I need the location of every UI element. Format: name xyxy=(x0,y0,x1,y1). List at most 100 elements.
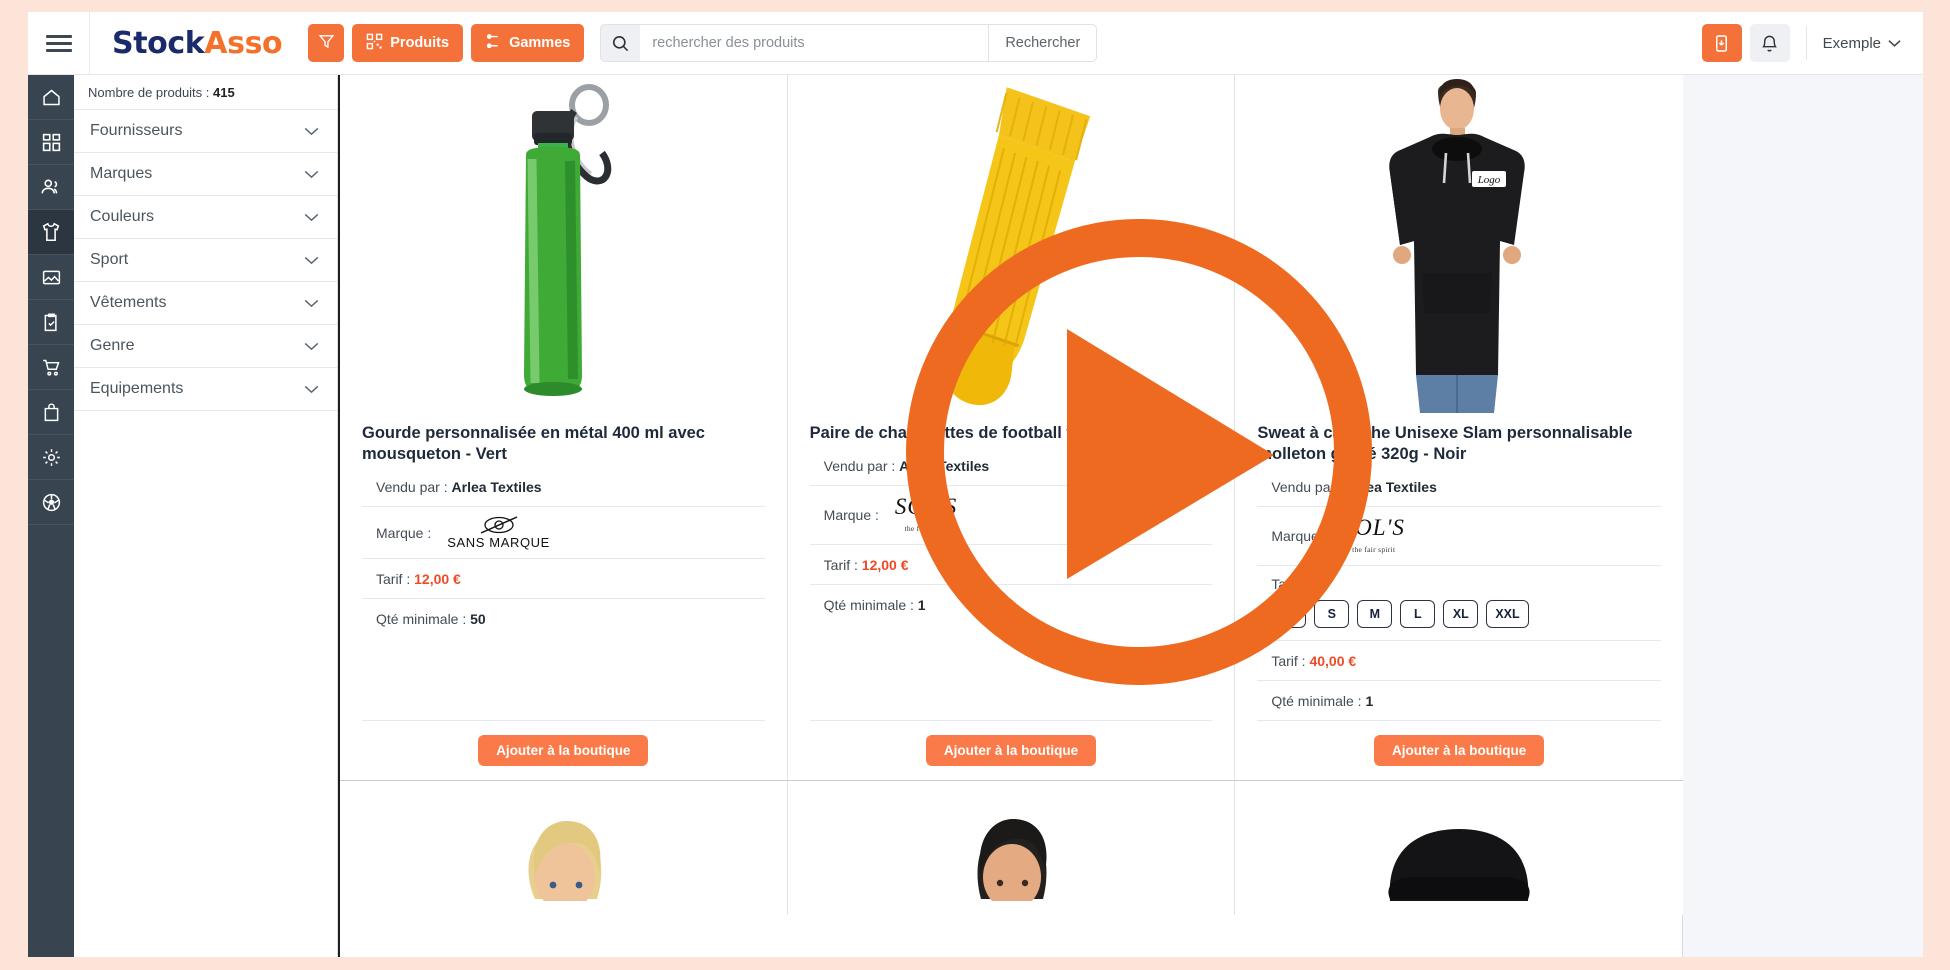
filter-label: Sport xyxy=(90,251,129,268)
sidebar-item-settings[interactable] xyxy=(28,435,74,480)
product-image-sock xyxy=(788,75,1235,413)
chevron-down-icon xyxy=(304,210,319,225)
empty-right-area xyxy=(1683,75,1923,957)
product-details: Vendu par : Arlea Textiles Marque : SANS… xyxy=(340,467,787,720)
size-option-m[interactable]: M xyxy=(1357,600,1393,629)
product-card[interactable] xyxy=(340,781,788,916)
product-price: Tarif : 12,00 € xyxy=(809,545,1213,586)
product-min-qty: Qté minimale : 1 xyxy=(1257,681,1661,720)
search-input[interactable] xyxy=(640,24,989,62)
product-card[interactable]: Gourde personnalisée en métal 400 ml ave… xyxy=(340,75,788,782)
chevron-down-icon xyxy=(304,167,319,182)
product-grid: Gourde personnalisée en métal 400 ml ave… xyxy=(340,75,1683,916)
seller-value: Arlea Textiles xyxy=(899,458,990,475)
product-seller: Vendu par : Arlea Textiles xyxy=(809,446,1213,487)
filter-sport[interactable]: Sport xyxy=(74,239,337,282)
card-footer: Ajouter à la boutique xyxy=(809,720,1213,767)
bell-icon[interactable] xyxy=(1749,24,1790,62)
size-option-s[interactable]: S xyxy=(1314,600,1350,629)
product-title: Gourde personnalisée en métal 400 ml ave… xyxy=(362,424,705,464)
filter-panel: Nombre de produits : 415 Fournisseurs Ma… xyxy=(74,75,338,957)
product-count: Nombre de produits : 415 xyxy=(74,75,337,110)
sans-marque-logo: SANS MARQUE xyxy=(447,515,550,550)
sidebar-item-cart[interactable] xyxy=(28,345,74,390)
price-value: 40,00 € xyxy=(1309,653,1357,670)
sidebar-item-tasks[interactable] xyxy=(28,300,74,345)
size-option-xs[interactable]: XS xyxy=(1271,600,1307,629)
product-sizes: Taille : XS S M L XL XXL xyxy=(1257,566,1661,642)
logo-text-stock: Stock xyxy=(112,25,205,61)
brand-logo-text: SOL'S xyxy=(1342,515,1405,541)
add-to-shop-button[interactable]: Ajouter à la boutique xyxy=(925,735,1097,767)
add-to-shop-button[interactable]: Ajouter à la boutique xyxy=(478,735,649,767)
sidebar-item-products[interactable] xyxy=(28,210,74,255)
size-options: XS S M L XL XXL xyxy=(1271,600,1661,629)
top-bar-right: Exemple xyxy=(1701,24,1923,62)
seller-value: Arlea Textiles xyxy=(451,479,542,496)
chevron-down-icon xyxy=(304,339,319,354)
product-price: Tarif : 40,00 € xyxy=(1257,641,1661,682)
app-logo[interactable]: StockAsso xyxy=(112,25,283,61)
sols-logo: SOL'S the fair spirit xyxy=(1343,515,1405,557)
size-option-l[interactable]: L xyxy=(1400,600,1436,629)
filter-genre[interactable]: Genre xyxy=(74,325,337,368)
qty-label: Qté minimale : xyxy=(1271,693,1366,710)
add-to-shop-button[interactable]: Ajouter à la boutique xyxy=(1374,735,1545,767)
size-option-xxl[interactable]: XXL xyxy=(1486,600,1529,629)
filter-couleurs[interactable]: Couleurs xyxy=(74,196,337,239)
chevron-down-icon xyxy=(304,253,319,268)
sidebar-item-shop[interactable] xyxy=(28,390,74,435)
top-bar: StockAsso Produits Gammes rechercher des… xyxy=(28,12,1923,75)
product-count-value: 415 xyxy=(213,85,235,100)
product-details: Vendu par : Arlea Textiles Marque : SOL'… xyxy=(1235,467,1683,720)
seller-value: Arlea Textiles xyxy=(1346,479,1437,496)
product-card[interactable] xyxy=(787,781,1236,916)
search-icon[interactable] xyxy=(600,24,641,62)
divider xyxy=(1805,26,1807,60)
product-min-qty: Qté minimale : 50 xyxy=(362,599,765,638)
product-image-hoodie: Logo xyxy=(1235,75,1683,413)
qty-value: 1 xyxy=(1365,693,1374,710)
filter-vetements[interactable]: Vêtements xyxy=(74,282,337,325)
search-submit-button[interactable]: Rechercher xyxy=(988,24,1098,62)
filter-equipements[interactable]: Equipements xyxy=(74,368,337,411)
filter-button[interactable] xyxy=(308,24,345,62)
product-details: Vendu par : Arlea Textiles Marque : SOL'… xyxy=(788,446,1235,720)
size-option-xl[interactable]: XL xyxy=(1443,600,1479,629)
funnel-icon xyxy=(318,33,335,54)
product-title: Paire de chaussettes de football taille … xyxy=(809,424,1163,442)
sidebar-item-media[interactable] xyxy=(28,255,74,300)
produits-button[interactable]: Produits xyxy=(352,24,464,62)
product-image-partial xyxy=(1235,781,1683,902)
price-value: 12,00 € xyxy=(414,571,461,588)
filter-marques[interactable]: Marques xyxy=(74,153,337,196)
filter-label: Fournisseurs xyxy=(90,122,183,139)
seller-label: Vendu par : xyxy=(823,458,900,475)
sidebar-item-users[interactable] xyxy=(28,165,74,210)
user-menu[interactable]: Exemple xyxy=(1823,35,1909,52)
product-brand: Marque : SOL'S the fair spirit xyxy=(809,486,1213,546)
search-bar: Rechercher xyxy=(600,24,1098,62)
device-download-icon[interactable] xyxy=(1701,24,1742,62)
card-footer: Ajouter à la boutique xyxy=(1257,720,1661,767)
brand-label: Marque : xyxy=(1271,528,1327,545)
brand-logo-tagline: the fair spirit xyxy=(1352,545,1396,555)
product-card[interactable] xyxy=(1235,781,1683,916)
gammes-button[interactable]: Gammes xyxy=(471,24,585,62)
hamburger-icon[interactable] xyxy=(28,12,90,74)
product-count-label: Nombre de produits : xyxy=(88,85,214,100)
main-content: Gourde personnalisée en métal 400 ml ave… xyxy=(338,75,1923,957)
sidebar-item-sports[interactable] xyxy=(28,480,74,525)
filter-fournisseurs[interactable]: Fournisseurs xyxy=(74,110,337,153)
logo-text-asso: Asso xyxy=(204,25,283,61)
price-label: Tarif : xyxy=(823,557,862,574)
sidebar-item-dashboard[interactable] xyxy=(28,120,74,165)
product-image-partial xyxy=(788,781,1235,902)
product-brand: Marque : SANS MARQUE xyxy=(362,507,765,560)
card-footer: Ajouter à la boutique xyxy=(362,720,765,767)
brand-logo-tagline: the fair spirit xyxy=(904,524,948,534)
product-card[interactable]: Logo Sweat à capuche Unisexe Slam person… xyxy=(1235,75,1683,782)
product-card[interactable]: Paire de chaussettes de football taille … xyxy=(787,75,1236,782)
product-seller: Vendu par : Arlea Textiles xyxy=(362,467,765,508)
sidebar-item-home[interactable] xyxy=(28,75,74,120)
